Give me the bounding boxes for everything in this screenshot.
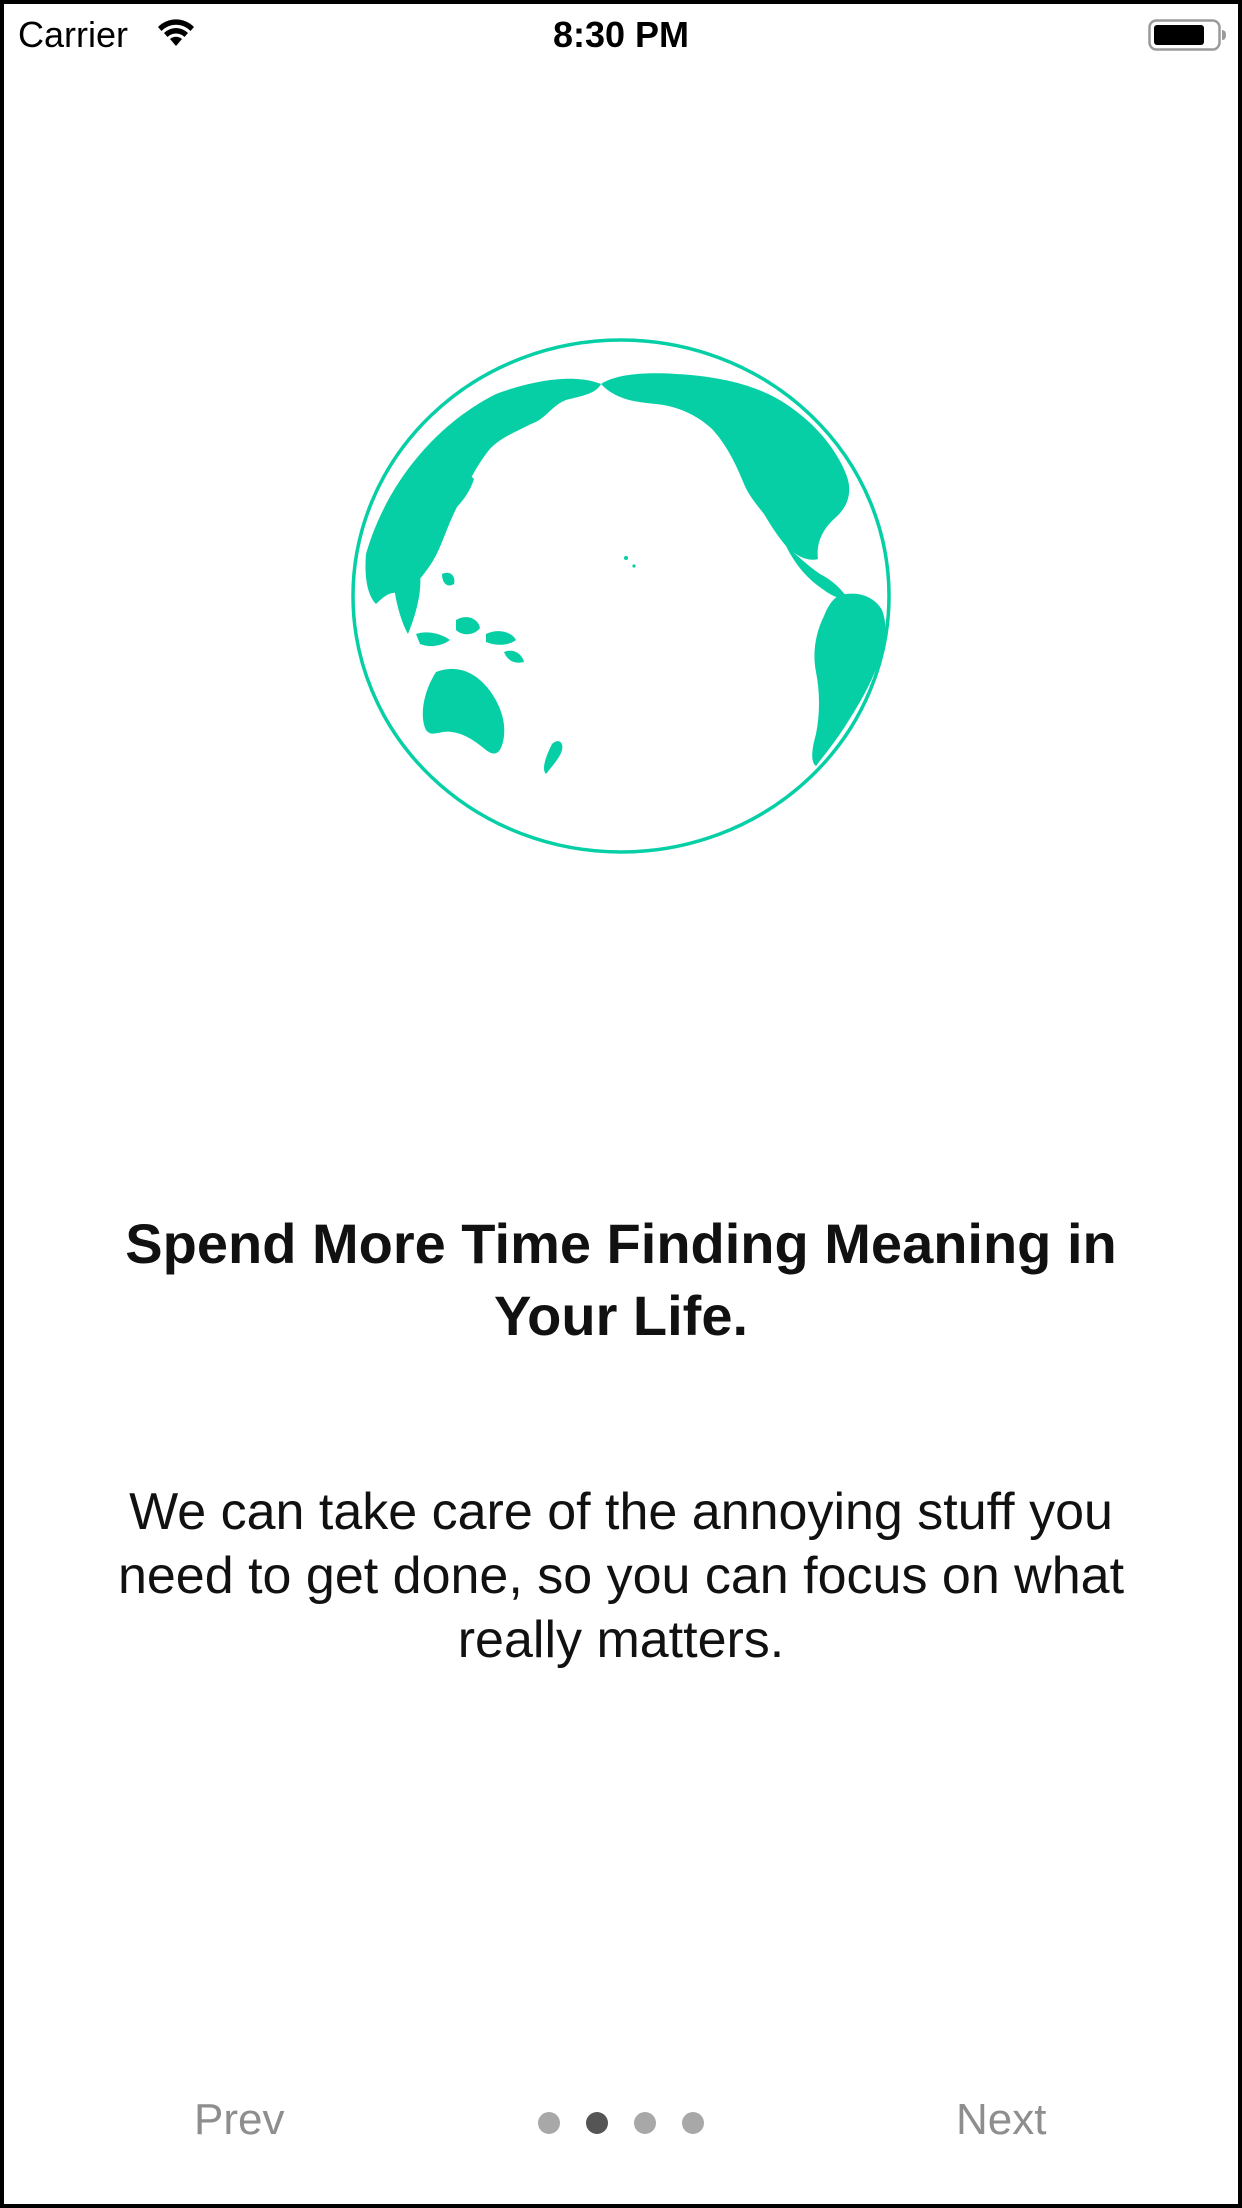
battery-icon <box>1148 19 1226 51</box>
globe-icon <box>351 338 891 854</box>
page-dot-3[interactable] <box>634 2112 656 2134</box>
status-time: 8:30 PM <box>552 14 690 55</box>
page-dot-4[interactable] <box>682 2112 704 2134</box>
next-button[interactable]: Next <box>956 2092 1046 2148</box>
slide-description: We can take care of the annoying stuff y… <box>117 1483 1125 1669</box>
page-dot-2-active[interactable] <box>586 2112 608 2134</box>
onboarding-screen: Carrier 8:30 PM Spend More Time Finding … <box>4 4 1238 2204</box>
page-dot-1[interactable] <box>538 2112 560 2134</box>
page-indicator[interactable] <box>538 2112 718 2136</box>
status-bar: Carrier 8:30 PM <box>4 4 1238 66</box>
slide-title: Spend More Time Finding Meaning in Your … <box>125 1212 1117 1347</box>
prev-button[interactable]: Prev <box>194 2092 284 2148</box>
